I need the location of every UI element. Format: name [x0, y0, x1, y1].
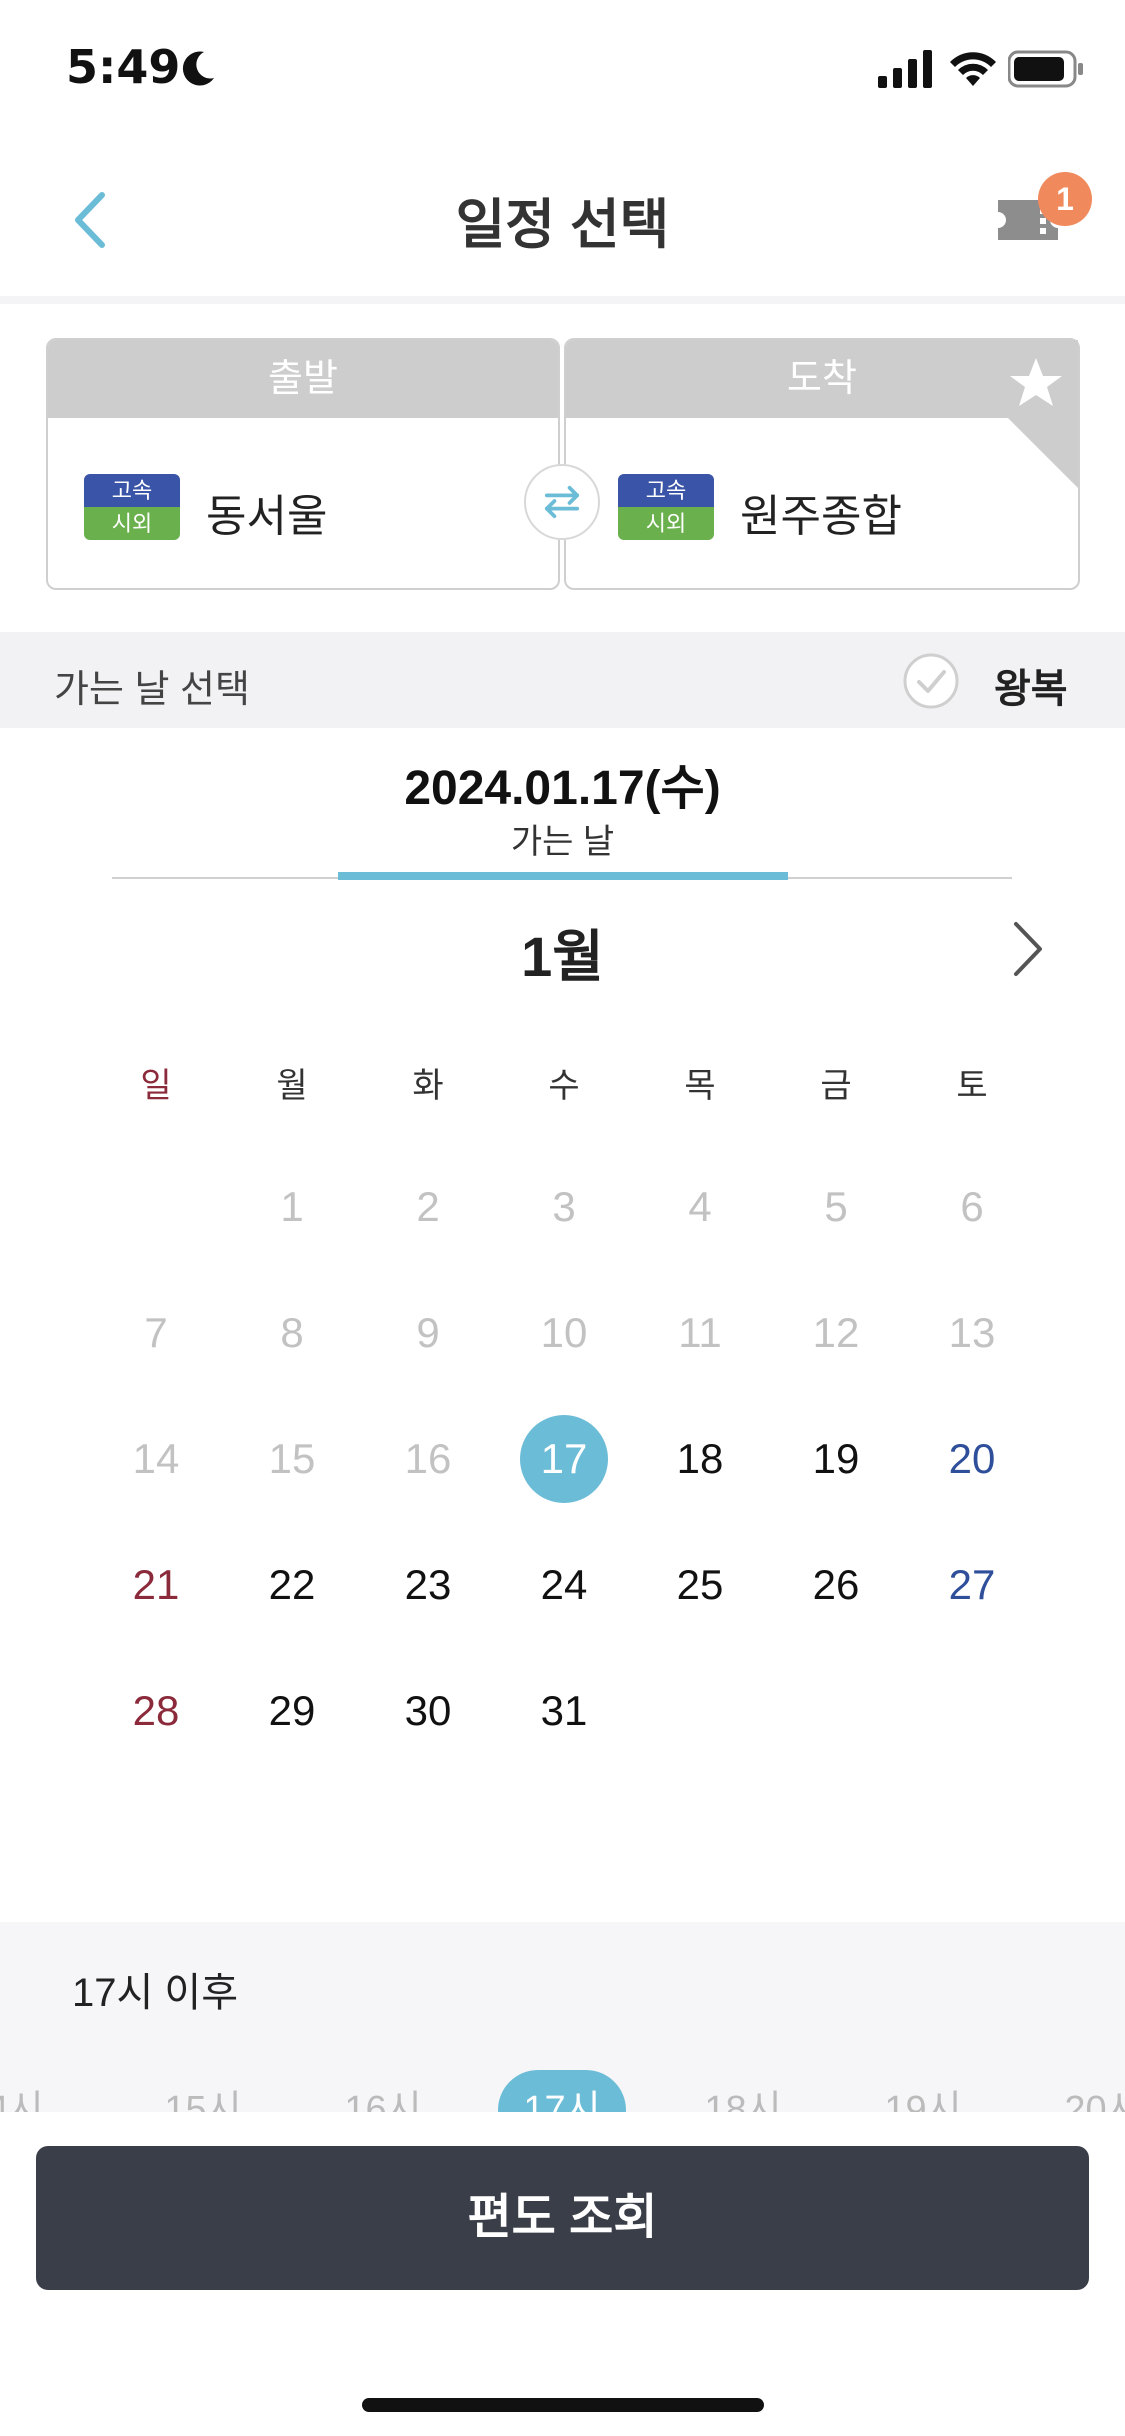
- favorite-star-button[interactable]: [930, 340, 1078, 488]
- calendar-day[interactable]: 25: [632, 1530, 768, 1640]
- calendar-day[interactable]: 27: [904, 1530, 1040, 1640]
- calendar-day: 3: [552, 1183, 576, 1230]
- calendar-day[interactable]: 26: [768, 1530, 904, 1640]
- departure-station: 동서울: [206, 492, 328, 541]
- calendar-day: 2: [416, 1183, 440, 1230]
- tab-active-indicator: [338, 872, 788, 880]
- moon-icon: [182, 51, 214, 86]
- weekday-label: 토: [956, 1067, 988, 1105]
- calendar-day: 4: [688, 1183, 712, 1230]
- calendar-day: 14: [132, 1435, 180, 1482]
- status-time: 5:49: [66, 40, 181, 94]
- calendar-day: 10: [540, 1309, 588, 1356]
- calendar-day: 9: [416, 1309, 440, 1356]
- express-badge-label: 고속: [618, 474, 714, 507]
- selected-date[interactable]: 2024.01.17(수): [0, 748, 1125, 818]
- departure-label: 출발: [48, 340, 558, 418]
- calendar-day[interactable]: 28: [88, 1656, 224, 1766]
- weekday-label: 수: [548, 1067, 580, 1105]
- page-title: 일정 선택: [455, 195, 670, 255]
- departure-card[interactable]: 출발 고속 시외 동서울: [46, 338, 560, 590]
- calendar-day: 1: [280, 1183, 304, 1230]
- next-month-button[interactable]: [1000, 914, 1060, 984]
- intercity-badge-label: 시외: [84, 507, 180, 540]
- notification-badge: 1: [1038, 172, 1092, 226]
- calendar-day: 6: [960, 1183, 984, 1230]
- calendar-day[interactable]: 21: [88, 1530, 224, 1640]
- calendar-day[interactable]: 19: [768, 1404, 904, 1514]
- selected-date-label: 가는 날: [510, 823, 615, 861]
- chevron-right-icon: [1014, 922, 1042, 976]
- arrival-station: 원주종합: [740, 492, 902, 541]
- calendar-day: 7: [144, 1309, 168, 1356]
- calendar-day: 12: [812, 1309, 860, 1356]
- date-select-label: 가는 날 선택: [54, 669, 250, 711]
- bus-type-badge: 고속 시외: [84, 474, 180, 540]
- calendar-day[interactable]: 31: [496, 1656, 632, 1766]
- month-title: 1월: [521, 925, 604, 988]
- calendar-day: 16: [404, 1435, 452, 1482]
- roundtrip-label[interactable]: 왕복: [994, 656, 1068, 714]
- weekday-label: 월: [276, 1067, 308, 1105]
- calendar-day: 15: [268, 1435, 316, 1482]
- bus-type-badge: 고속 시외: [618, 474, 714, 540]
- time-filter-label: 17시 이후: [72, 1971, 239, 2015]
- calendar-day[interactable]: 20: [904, 1404, 1040, 1514]
- cellular-signal-icon: [878, 50, 932, 88]
- weekday-label: 금: [820, 1067, 852, 1105]
- swap-stations-button[interactable]: [524, 464, 600, 540]
- weekday-label: 일: [140, 1067, 172, 1105]
- battery-icon: [1008, 50, 1083, 88]
- calendar-day[interactable]: 23: [360, 1530, 496, 1640]
- roundtrip-checkbox[interactable]: [902, 652, 960, 710]
- weekday-label: 목: [684, 1067, 716, 1105]
- express-badge-label: 고속: [84, 474, 180, 507]
- calendar-day[interactable]: 24: [496, 1530, 632, 1640]
- calendar-day: 8: [280, 1309, 304, 1356]
- calendar-day[interactable]: 17: [496, 1404, 632, 1514]
- intercity-badge-label: 시외: [618, 507, 714, 540]
- calendar-day: 13: [948, 1309, 996, 1356]
- calendar-day[interactable]: 18: [632, 1404, 768, 1514]
- one-way-search-button[interactable]: 편도 조회: [36, 2146, 1089, 2290]
- header-divider: [0, 296, 1125, 304]
- home-indicator: [362, 2398, 764, 2412]
- calendar-day[interactable]: 22: [224, 1530, 360, 1640]
- weekday-label: 화: [412, 1067, 444, 1105]
- wifi-icon: [950, 52, 996, 86]
- calendar-day: 5: [824, 1183, 848, 1230]
- calendar-day: 11: [678, 1309, 722, 1356]
- calendar-day[interactable]: 29: [224, 1656, 360, 1766]
- calendar-day[interactable]: 30: [360, 1656, 496, 1766]
